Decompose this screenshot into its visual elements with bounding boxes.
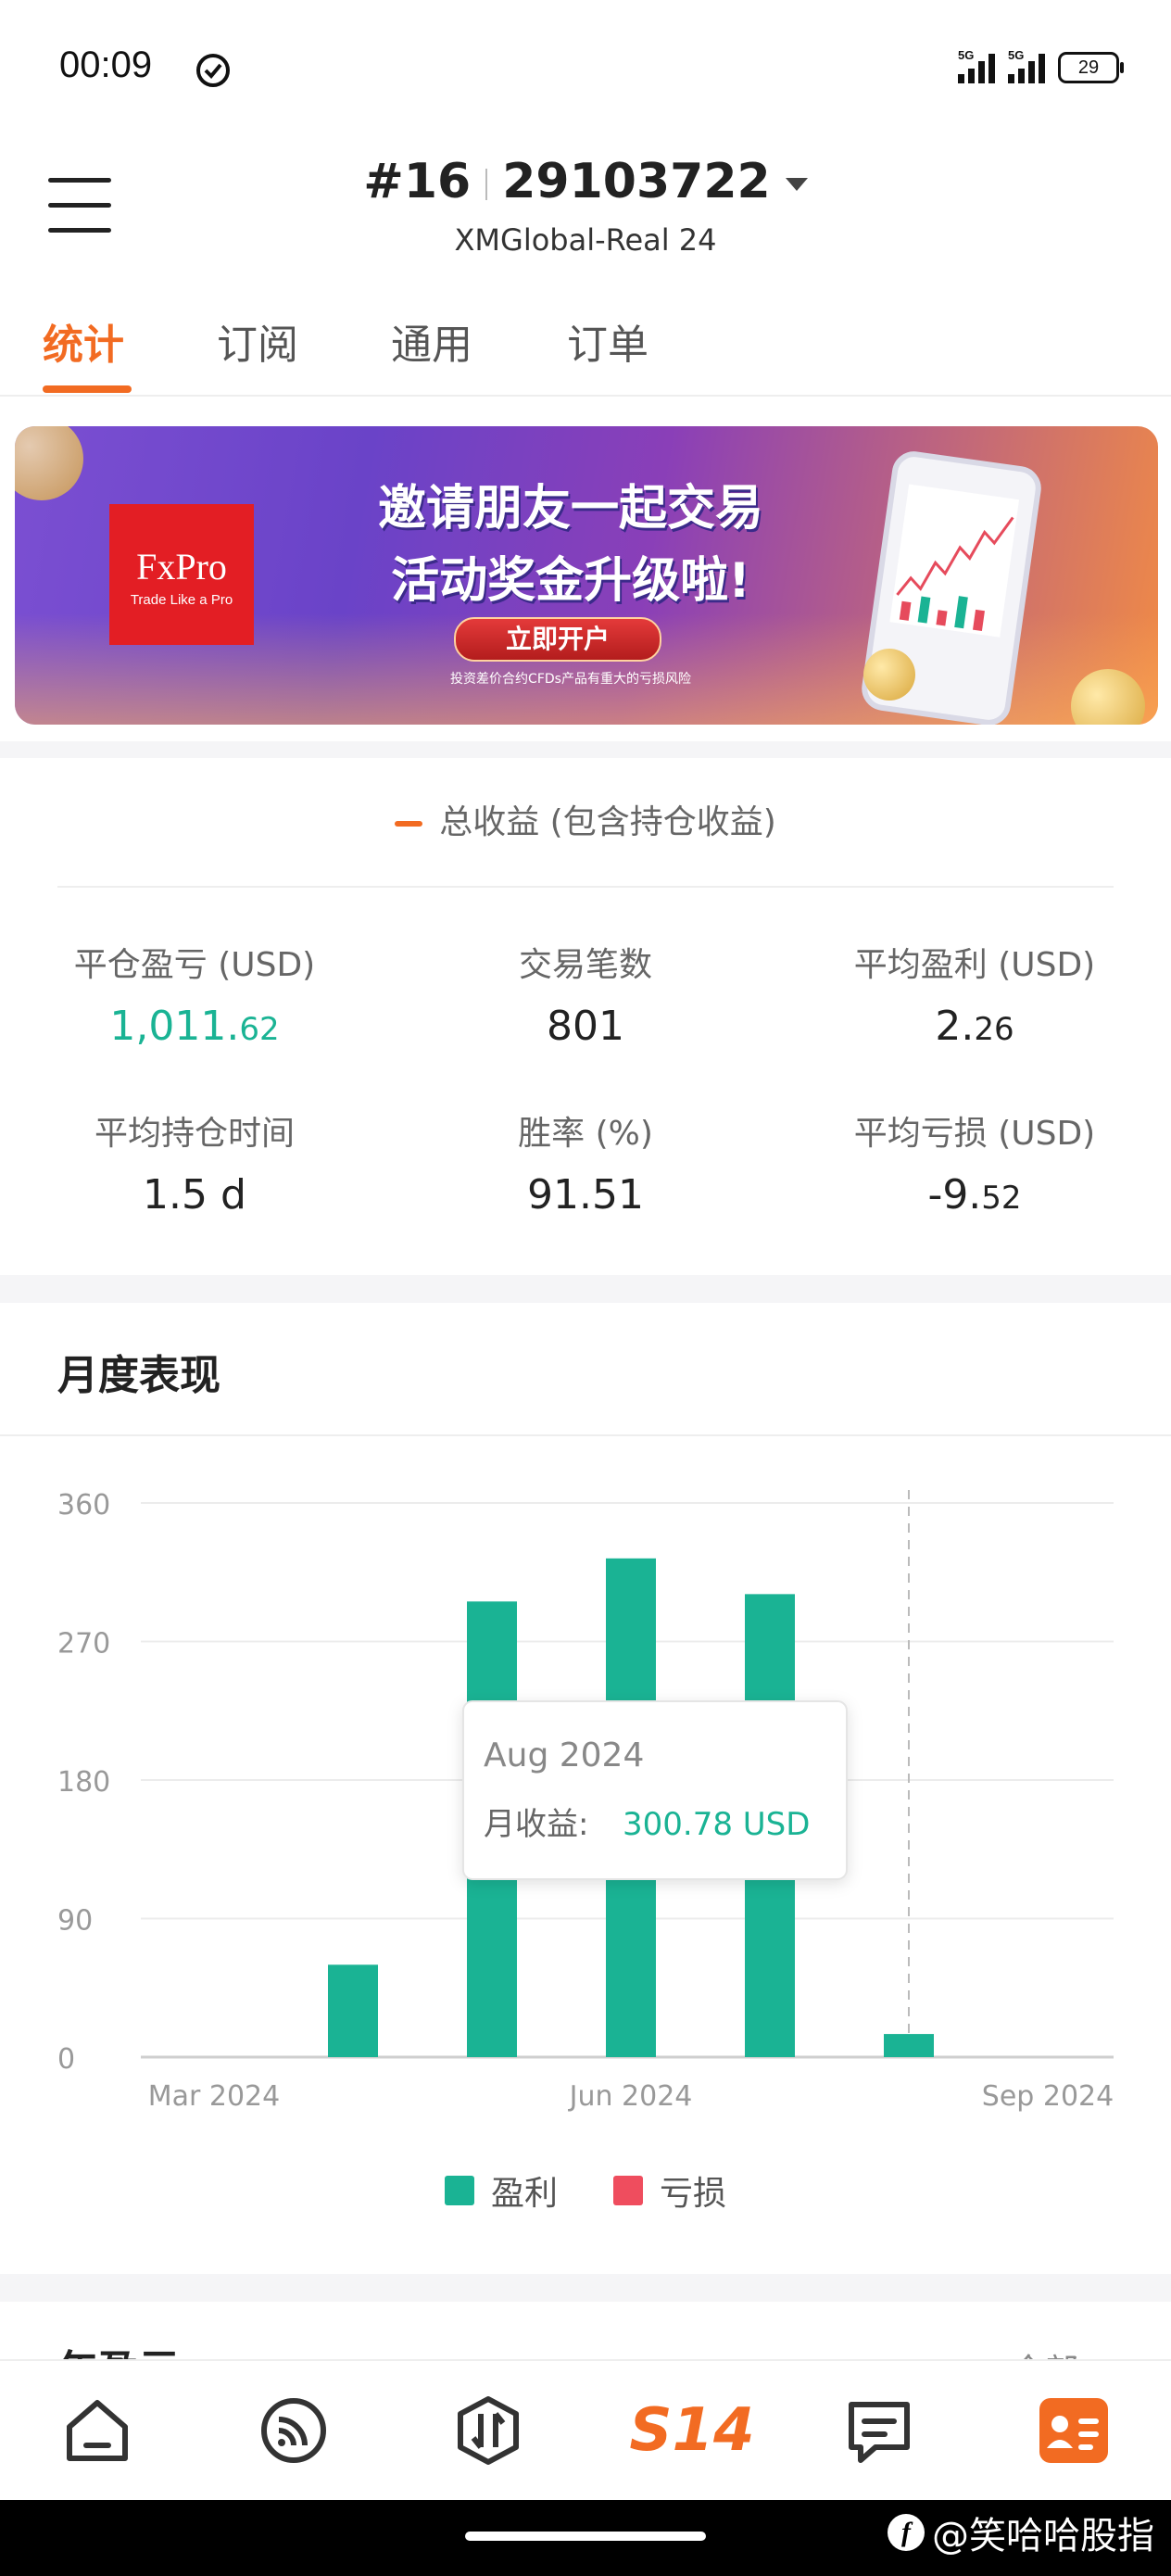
- banner-headline-1: 邀请朋友一起交易: [377, 481, 763, 537]
- brand-name: FxPro: [136, 546, 227, 587]
- home-indicator[interactable]: [465, 2532, 706, 2541]
- open-account-button[interactable]: 立即开户: [454, 617, 661, 662]
- tab-bar: 统计 订阅 通用 订单: [0, 306, 1171, 397]
- tab-orders[interactable]: 订单: [567, 311, 648, 371]
- nav-messages-icon[interactable]: [837, 2389, 921, 2472]
- coin-decoration: [15, 426, 83, 500]
- system-home-bar: f @笑哈哈股指: [0, 2500, 1171, 2576]
- tab-statistics[interactable]: 统计: [43, 311, 124, 371]
- stat-label: 平均持仓时间: [94, 1115, 295, 1153]
- nav-trade-icon[interactable]: [447, 2389, 530, 2472]
- stat-closed-pnl: 平仓盈亏 (USD) 1,011.62: [19, 938, 371, 1050]
- tooltip-month: Aug 2024: [484, 1736, 644, 1774]
- coin-decoration: [863, 649, 915, 701]
- signal-icon: 5G: [958, 48, 995, 83]
- x-tick-label: Sep 2024: [982, 2080, 1114, 2113]
- account-index: #16: [363, 154, 472, 209]
- tooltip-box: [462, 1700, 848, 1880]
- network-type-1: 5G: [958, 48, 975, 62]
- stat-label: 平仓盈亏 (USD): [73, 946, 316, 984]
- monthly-bar-chart[interactable]: 0 90 180 270 360 Mar 2024 Jun 2024 Sep 2024 Aug …: [0, 1446, 1171, 2131]
- tooltip-label: 月收益:: [484, 1806, 588, 1843]
- brand-tagline: Trade Like a Pro: [130, 592, 233, 608]
- active-tab-indicator: [43, 385, 132, 393]
- monthly-title: 月度表现: [57, 1352, 220, 1399]
- legend-item-profit[interactable]: 盈利: [444, 2166, 558, 2215]
- stat-value: 91.51: [527, 1171, 644, 1219]
- account-number: 29103722: [502, 154, 771, 209]
- nav-profile-icon[interactable]: [1032, 2389, 1115, 2472]
- x-tick-label: Jun 2024: [568, 2080, 693, 2113]
- status-time: 00:09: [59, 44, 153, 85]
- nav-home-icon[interactable]: [56, 2389, 139, 2472]
- stat-avg-hold-time: 平均持仓时间 1.5 d: [19, 1106, 371, 1219]
- chart-tooltip: Aug 2024 月收益: 300.78 USD: [462, 1700, 848, 1880]
- total-return-label: 总收益 (包含持仓收益): [0, 795, 1171, 843]
- caret-down-icon: [785, 178, 808, 191]
- network-type-2: 5G: [1008, 48, 1025, 62]
- account-selector[interactable]: #16 29103722: [0, 154, 1171, 209]
- y-tick-label: 0: [57, 2043, 75, 2076]
- bottom-nav: S14: [0, 2359, 1171, 2502]
- stat-label: 平均盈利 (USD): [853, 946, 1096, 984]
- battery-level: 29: [1077, 57, 1100, 78]
- chart-legend: 盈利 亏损: [0, 2166, 1171, 2215]
- chart-bar[interactable]: [328, 1964, 378, 2057]
- stat-avg-profit: 平均盈利 (USD) 2.26: [799, 938, 1151, 1050]
- watermark: f @笑哈哈股指: [888, 2506, 1154, 2559]
- battery-icon: 29: [1058, 52, 1124, 83]
- tab-subscribe[interactable]: 订阅: [217, 311, 298, 371]
- account-server: XMGlobal-Real 24: [454, 222, 717, 258]
- tab-general[interactable]: 通用: [391, 311, 472, 371]
- signal-icon: 5G: [1008, 48, 1045, 83]
- legend-item-loss[interactable]: 亏损: [613, 2166, 726, 2215]
- stat-avg-loss: 平均亏损 (USD) -9.52: [799, 1106, 1151, 1219]
- stat-value: 801: [547, 1003, 624, 1050]
- monthly-chart[interactable]: 0 90 180 270 360 Mar 2024 Jun 2024 Sep 2024 Aug …: [0, 1446, 1171, 2135]
- tooltip-value: 300.78 USD: [623, 1806, 810, 1843]
- y-tick-label: 270: [57, 1628, 110, 1661]
- y-tick-label: 90: [57, 1905, 93, 1938]
- stat-trade-count: 交易笔数 801: [409, 938, 762, 1050]
- nav-s14-icon[interactable]: S14: [629, 2389, 754, 2472]
- fxpro-logo: FxPro Trade Like a Pro: [109, 504, 254, 645]
- stat-value: 2.26: [935, 1003, 1014, 1050]
- stat-label: 交易笔数: [518, 946, 652, 984]
- stat-win-rate: 胜率 (%) 91.51: [409, 1106, 762, 1219]
- promo-banner[interactable]: FxPro Trade Like a Pro 邀请朋友一起交易 活动奖金升级啦!…: [15, 426, 1158, 725]
- check-circle-icon: [195, 52, 232, 93]
- banner-headline-2: 活动奖金升级啦!: [391, 553, 750, 609]
- y-tick-label: 180: [57, 1766, 110, 1799]
- stat-value: 1.5 d: [143, 1171, 246, 1219]
- banner-disclaimer: 投资差价合约CFDs产品有重大的亏损风险: [450, 672, 691, 687]
- status-indicators: 5G 5G 29: [958, 48, 1124, 83]
- watermark-text: @笑哈哈股指: [932, 2515, 1154, 2557]
- stat-label: 胜率 (%): [518, 1115, 653, 1153]
- stat-label: 平均亏损 (USD): [853, 1115, 1096, 1153]
- chart-bar[interactable]: [884, 2034, 934, 2057]
- x-tick-label: Mar 2024: [148, 2080, 281, 2113]
- y-tick-label: 360: [57, 1489, 110, 1522]
- weibo-logo-icon: f: [888, 2514, 925, 2551]
- nav-feed-icon[interactable]: [252, 2389, 335, 2472]
- stat-value: 1,011.62: [109, 1003, 280, 1050]
- stat-value: -9.52: [927, 1171, 1022, 1219]
